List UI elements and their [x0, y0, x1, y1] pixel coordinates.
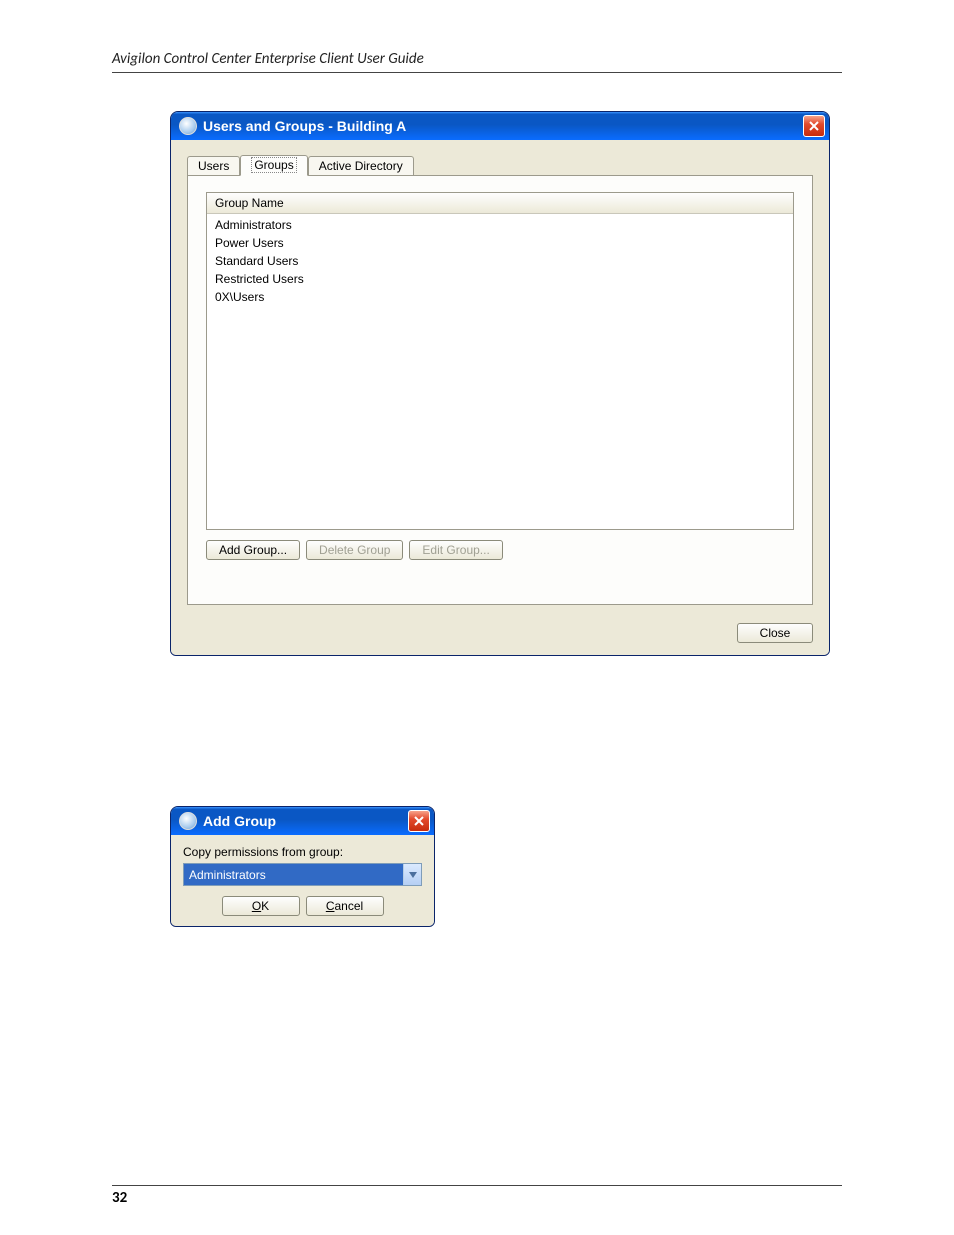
- app-icon: [179, 117, 197, 135]
- tab-label: Groups: [251, 157, 296, 173]
- window-title: Add Group: [203, 813, 402, 829]
- ok-button[interactable]: OK: [222, 896, 300, 916]
- copy-permissions-combo[interactable]: Administrators: [183, 863, 422, 886]
- window-body: Copy permissions from group: Administrat…: [171, 835, 434, 926]
- delete-group-button: Delete Group: [306, 540, 403, 560]
- tab-label: Users: [198, 159, 229, 173]
- list-item[interactable]: Power Users: [213, 234, 787, 252]
- list-item[interactable]: Administrators: [213, 216, 787, 234]
- list-body: Administrators Power Users Standard User…: [207, 214, 793, 529]
- tabstrip: Users Groups Active Directory: [187, 154, 813, 175]
- add-group-window: Add Group Copy permissions from group: A…: [170, 806, 435, 927]
- groups-panel: Group Name Administrators Power Users St…: [187, 175, 813, 605]
- page-number: 32: [112, 1185, 842, 1207]
- tab-active-directory[interactable]: Active Directory: [308, 156, 414, 176]
- cancel-button[interactable]: Cancel: [306, 896, 384, 916]
- titlebar[interactable]: Users and Groups - Building A: [171, 112, 829, 140]
- window-title: Users and Groups - Building A: [203, 118, 797, 134]
- dialog-buttons: OK Cancel: [183, 896, 422, 916]
- dialog-footer: Close: [187, 605, 813, 643]
- document-header: Avigilon Control Center Enterprise Clien…: [112, 50, 842, 73]
- tab-users[interactable]: Users: [187, 156, 240, 176]
- list-item[interactable]: Standard Users: [213, 252, 787, 270]
- close-icon[interactable]: [408, 810, 430, 832]
- chevron-down-icon[interactable]: [403, 864, 421, 885]
- tab-label: Active Directory: [319, 159, 403, 173]
- titlebar[interactable]: Add Group: [171, 807, 434, 835]
- edit-group-button: Edit Group...: [409, 540, 502, 560]
- group-list[interactable]: Group Name Administrators Power Users St…: [206, 192, 794, 530]
- group-buttons-row: Add Group... Delete Group Edit Group...: [206, 540, 794, 560]
- window-body: Users Groups Active Directory Group Name…: [171, 140, 829, 655]
- app-icon: [179, 812, 197, 830]
- close-icon[interactable]: [803, 115, 825, 137]
- add-group-button[interactable]: Add Group...: [206, 540, 300, 560]
- list-item[interactable]: Restricted Users: [213, 270, 787, 288]
- tab-groups[interactable]: Groups: [240, 155, 307, 176]
- copy-permissions-label: Copy permissions from group:: [183, 845, 422, 859]
- document-page: Avigilon Control Center Enterprise Clien…: [0, 0, 954, 1235]
- combo-selected-value: Administrators: [184, 864, 403, 885]
- list-column-header[interactable]: Group Name: [207, 193, 793, 214]
- list-item[interactable]: 0X\Users: [213, 288, 787, 306]
- close-button[interactable]: Close: [737, 623, 813, 643]
- users-and-groups-window: Users and Groups - Building A Users Grou…: [170, 111, 830, 656]
